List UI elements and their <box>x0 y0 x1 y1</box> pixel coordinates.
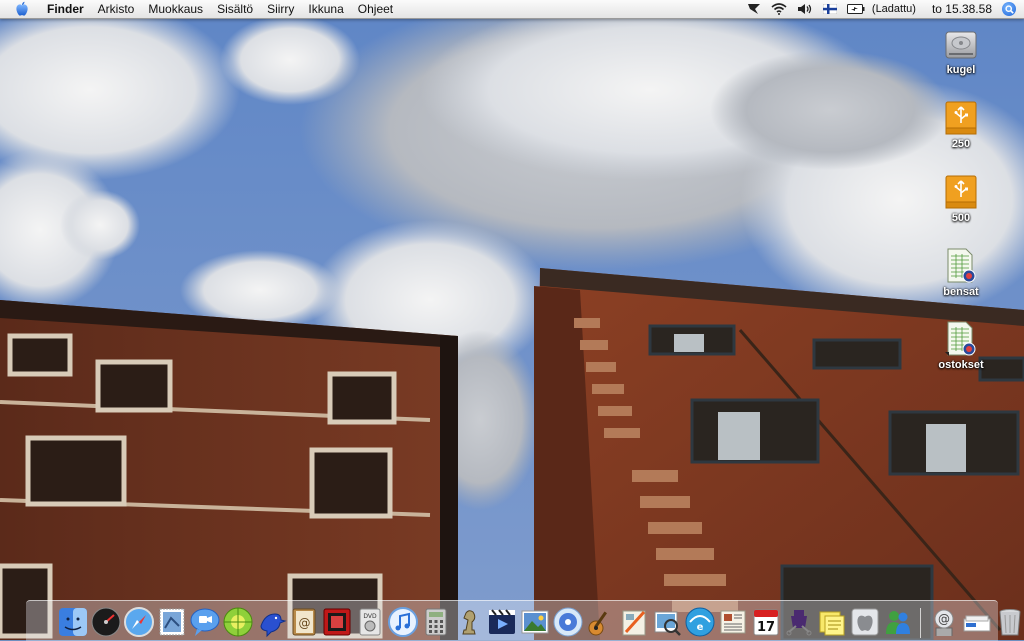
mail-stamp-icon[interactable] <box>156 606 188 638</box>
spreadsheet-document-icon <box>943 319 979 357</box>
imovie-icon[interactable] <box>486 606 518 638</box>
svg-text:@: @ <box>938 612 950 626</box>
messenger-icon[interactable] <box>882 606 914 638</box>
battery-status-label: (Ladattu) <box>872 3 916 15</box>
menu-ikkuna[interactable]: Ikkuna <box>301 0 350 18</box>
menu-finder[interactable]: Finder <box>40 0 91 18</box>
desktop-icon-kugel[interactable]: kugel <box>931 24 991 76</box>
ical-icon[interactable]: e <box>684 606 716 638</box>
trash-icon[interactable] <box>994 606 1024 638</box>
svg-text:@: @ <box>298 616 310 630</box>
address-book-icon[interactable]: @ <box>288 606 320 638</box>
desktop-wallpaper <box>0 0 1024 640</box>
documents-folder-icon[interactable] <box>961 606 993 638</box>
dock: @ DVD <box>26 600 998 641</box>
iphoto-icon[interactable] <box>519 606 551 638</box>
garageband-icon[interactable] <box>585 606 617 638</box>
dvd-player-icon[interactable]: DVD <box>354 606 386 638</box>
desktop-icon-bensat[interactable]: bensat <box>931 246 991 298</box>
apple-menu-icon[interactable] <box>14 1 30 17</box>
hard-drive-icon <box>943 24 979 62</box>
stickies-icon[interactable] <box>816 606 848 638</box>
finnish-flag-input-icon[interactable] <box>823 0 837 18</box>
calculator-icon[interactable] <box>420 606 452 638</box>
apple-icon[interactable] <box>849 606 881 638</box>
spreadsheet-document-icon <box>943 246 979 284</box>
svg-text:e: e <box>696 622 703 633</box>
desktop-icon-250[interactable]: 250 <box>931 98 991 150</box>
dashboard-icon[interactable] <box>90 606 122 638</box>
preview-icon[interactable] <box>651 606 683 638</box>
finder-icon[interactable] <box>57 606 89 638</box>
spotlight-search-icon[interactable] <box>1002 2 1016 16</box>
desktop-icon-label: kugel <box>947 64 976 76</box>
speech-bubble-icon[interactable] <box>747 0 761 18</box>
menu-siirry[interactable]: Siirry <box>260 0 301 18</box>
safari-icon[interactable] <box>123 606 155 638</box>
bird-icon[interactable] <box>255 606 287 638</box>
photo-booth-icon[interactable] <box>321 606 353 638</box>
usb-drive-icon <box>943 98 979 136</box>
menu-sisalto[interactable]: Sisältö <box>210 0 260 18</box>
menu-bar: Finder Arkisto Muokkaus Sisältö Siirry I… <box>0 0 1024 19</box>
iweb-icon[interactable] <box>618 606 650 638</box>
calendar-day-label: 17 <box>756 620 774 635</box>
menu-muokkaus[interactable]: Muokkaus <box>141 0 210 18</box>
ichat-icon[interactable] <box>189 606 221 638</box>
desktop-icon-label: 500 <box>952 212 970 224</box>
menu-ohjeet[interactable]: Ohjeet <box>351 0 400 18</box>
idvd-icon[interactable] <box>552 606 584 638</box>
network-icon[interactable] <box>222 606 254 638</box>
mail-at-icon[interactable]: @ <box>928 606 960 638</box>
desktop-icon-label: bensat <box>943 286 978 298</box>
script-editor-icon[interactable] <box>783 606 815 638</box>
desktop-icon-label: ostokset <box>938 359 983 371</box>
chess-icon[interactable] <box>453 606 485 638</box>
wifi-icon[interactable] <box>771 0 787 18</box>
calendar-icon[interactable]: 17 <box>750 606 782 638</box>
menu-clock[interactable]: to 15.38.58 <box>932 2 992 16</box>
svg-text:DVD: DVD <box>363 613 377 620</box>
volume-icon[interactable] <box>797 0 813 18</box>
desktop-icon-label: 250 <box>952 138 970 150</box>
desktop-icon-500[interactable]: 500 <box>931 172 991 224</box>
usb-drive-icon <box>943 172 979 210</box>
itunes-icon[interactable] <box>387 606 419 638</box>
battery-icon[interactable] <box>847 0 865 18</box>
dock-separator <box>920 608 921 638</box>
desktop-icon-ostokset[interactable]: ostokset <box>931 319 991 371</box>
newspaper-icon[interactable] <box>717 606 749 638</box>
menu-arkisto[interactable]: Arkisto <box>91 0 142 18</box>
